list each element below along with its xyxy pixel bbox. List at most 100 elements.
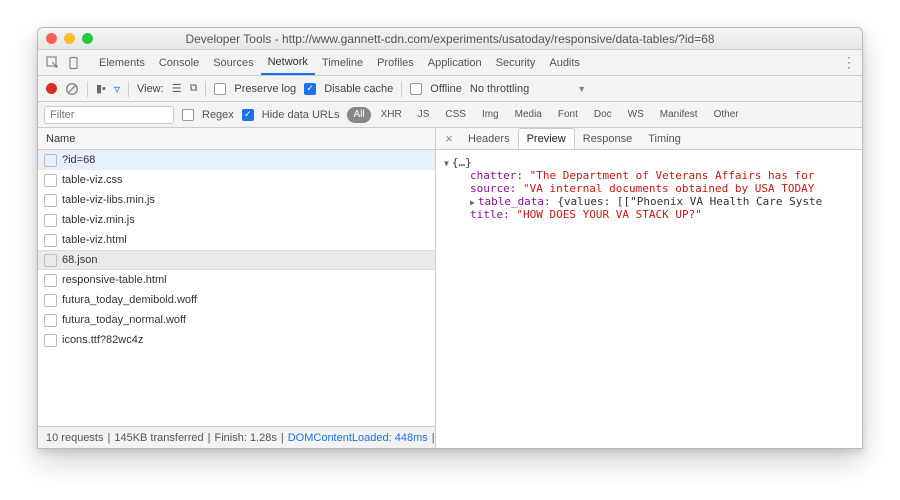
- json-value: "VA internal documents obtained by USA T…: [523, 182, 814, 195]
- request-row[interactable]: table-viz.css: [38, 170, 435, 190]
- clear-icon[interactable]: [65, 82, 79, 96]
- zoom-icon[interactable]: [82, 33, 93, 44]
- throttling-select[interactable]: No throttling: [470, 83, 529, 95]
- status-transferred: 145KB transferred: [114, 432, 203, 444]
- tab-timeline[interactable]: Timeline: [315, 50, 370, 75]
- view-detail-icon[interactable]: ⧉: [190, 82, 198, 95]
- preview-body[interactable]: {…} chatter: "The Department of Veterans…: [436, 150, 862, 448]
- detail-pane: × HeadersPreviewResponseTiming {…} chatt…: [436, 128, 862, 448]
- inspect-icon[interactable]: [44, 54, 62, 72]
- tab-console[interactable]: Console: [152, 50, 206, 75]
- camera-icon[interactable]: ▮▪: [96, 82, 106, 95]
- view-label: View:: [137, 83, 164, 95]
- filter-input[interactable]: [44, 106, 174, 124]
- tab-audits[interactable]: Audits: [542, 50, 587, 75]
- record-icon[interactable]: [46, 83, 57, 94]
- close-detail-icon[interactable]: ×: [440, 131, 458, 146]
- name-column-header[interactable]: Name: [38, 128, 435, 150]
- device-icon[interactable]: [66, 54, 84, 72]
- disable-cache-label: Disable cache: [324, 83, 393, 95]
- request-row[interactable]: table-viz.min.js: [38, 210, 435, 230]
- status-tail: | …: [432, 432, 435, 444]
- detail-tab-timing[interactable]: Timing: [640, 128, 689, 149]
- file-icon: [44, 314, 57, 327]
- status-dcl: DOMContentLoaded: 448ms: [288, 432, 428, 444]
- window-title: Developer Tools - http://www.gannett-cdn…: [46, 32, 854, 46]
- filter-type-all[interactable]: All: [347, 107, 370, 123]
- tab-security[interactable]: Security: [489, 50, 543, 75]
- filter-type-media[interactable]: Media: [509, 107, 548, 123]
- content-pane: Name ?id=68 table-viz.csstable-viz-libs.m…: [38, 128, 862, 448]
- chevron-down-icon[interactable]: ▼: [577, 84, 586, 94]
- offline-checkbox[interactable]: [410, 83, 422, 95]
- traffic-lights: [46, 33, 93, 44]
- status-finish: Finish: 1.28s: [214, 432, 276, 444]
- file-icon: [44, 234, 57, 247]
- preserve-log-checkbox[interactable]: [214, 83, 226, 95]
- detail-tab-response[interactable]: Response: [575, 128, 641, 149]
- filter-type-xhr[interactable]: XHR: [375, 107, 408, 123]
- json-key: source:: [470, 182, 516, 195]
- regex-checkbox[interactable]: [182, 109, 194, 121]
- request-row[interactable]: 68.json: [38, 250, 435, 270]
- network-toolbar: ▮▪ ▿ View: ☰ ⧉ Preserve log Disable cach…: [38, 76, 862, 102]
- filter-type-manifest[interactable]: Manifest: [654, 107, 704, 123]
- hide-data-urls-label: Hide data URLs: [262, 109, 340, 121]
- divider: [87, 81, 88, 97]
- json-key[interactable]: table_data:: [478, 195, 551, 208]
- file-icon: [44, 214, 57, 227]
- regex-label: Regex: [202, 109, 234, 121]
- filter-type-img[interactable]: Img: [476, 107, 505, 123]
- json-value: {values: [["Phoenix VA Health Care Syste: [557, 195, 822, 208]
- request-name: futura_today_demibold.woff: [62, 294, 197, 306]
- json-root[interactable]: {…}: [452, 156, 472, 169]
- tab-sources[interactable]: Sources: [206, 50, 260, 75]
- request-name: ?id=68: [62, 154, 95, 166]
- offline-label: Offline: [430, 83, 462, 95]
- request-list-pane: Name ?id=68 table-viz.csstable-viz-libs.m…: [38, 128, 436, 448]
- devtools-window: Developer Tools - http://www.gannett-cdn…: [37, 27, 863, 449]
- hide-data-urls-checkbox[interactable]: [242, 109, 254, 121]
- request-row[interactable]: futura_today_demibold.woff: [38, 290, 435, 310]
- request-row[interactable]: icons.ttf?82wc4z: [38, 330, 435, 350]
- titlebar[interactable]: Developer Tools - http://www.gannett-cdn…: [38, 28, 862, 50]
- file-icon: [44, 174, 57, 187]
- request-name: table-viz.html: [62, 234, 127, 246]
- view-list-icon[interactable]: ☰: [172, 82, 182, 95]
- request-row[interactable]: table-viz-libs.min.js: [38, 190, 435, 210]
- detail-tab-preview[interactable]: Preview: [518, 128, 575, 149]
- more-icon[interactable]: ⋮: [842, 54, 856, 71]
- divider: [128, 81, 129, 97]
- json-key: chatter:: [470, 169, 523, 182]
- request-name: responsive-table.html: [62, 274, 167, 286]
- tab-elements[interactable]: Elements: [92, 50, 152, 75]
- file-icon: [44, 194, 57, 207]
- detail-tab-headers[interactable]: Headers: [460, 128, 518, 149]
- filter-type-font[interactable]: Font: [552, 107, 584, 123]
- request-row[interactable]: ?id=68: [38, 150, 435, 170]
- filter-type-js[interactable]: JS: [412, 107, 436, 123]
- minimize-icon[interactable]: [64, 33, 75, 44]
- tab-profiles[interactable]: Profiles: [370, 50, 421, 75]
- tab-application[interactable]: Application: [421, 50, 489, 75]
- filter-type-ws[interactable]: WS: [622, 107, 650, 123]
- json-value: "The Department of Veterans Affairs has …: [530, 169, 815, 182]
- filter-icon[interactable]: ▿: [114, 82, 120, 96]
- request-name: futura_today_normal.woff: [62, 314, 186, 326]
- request-row[interactable]: table-viz.html: [38, 230, 435, 250]
- file-icon: [44, 274, 57, 287]
- filter-type-doc[interactable]: Doc: [588, 107, 618, 123]
- file-icon: [44, 254, 57, 267]
- filter-type-css[interactable]: CSS: [439, 107, 472, 123]
- request-row[interactable]: responsive-table.html: [38, 270, 435, 290]
- request-name: table-viz.min.js: [62, 214, 135, 226]
- divider: [401, 81, 402, 97]
- file-icon: [44, 334, 57, 347]
- divider: [205, 81, 206, 97]
- disable-cache-checkbox[interactable]: [304, 83, 316, 95]
- close-icon[interactable]: [46, 33, 57, 44]
- request-row[interactable]: futura_today_normal.woff: [38, 310, 435, 330]
- tab-network[interactable]: Network: [261, 50, 315, 75]
- filter-type-other[interactable]: Other: [708, 107, 745, 123]
- status-bar: 10 requests | 145KB transferred | Finish…: [38, 426, 435, 448]
